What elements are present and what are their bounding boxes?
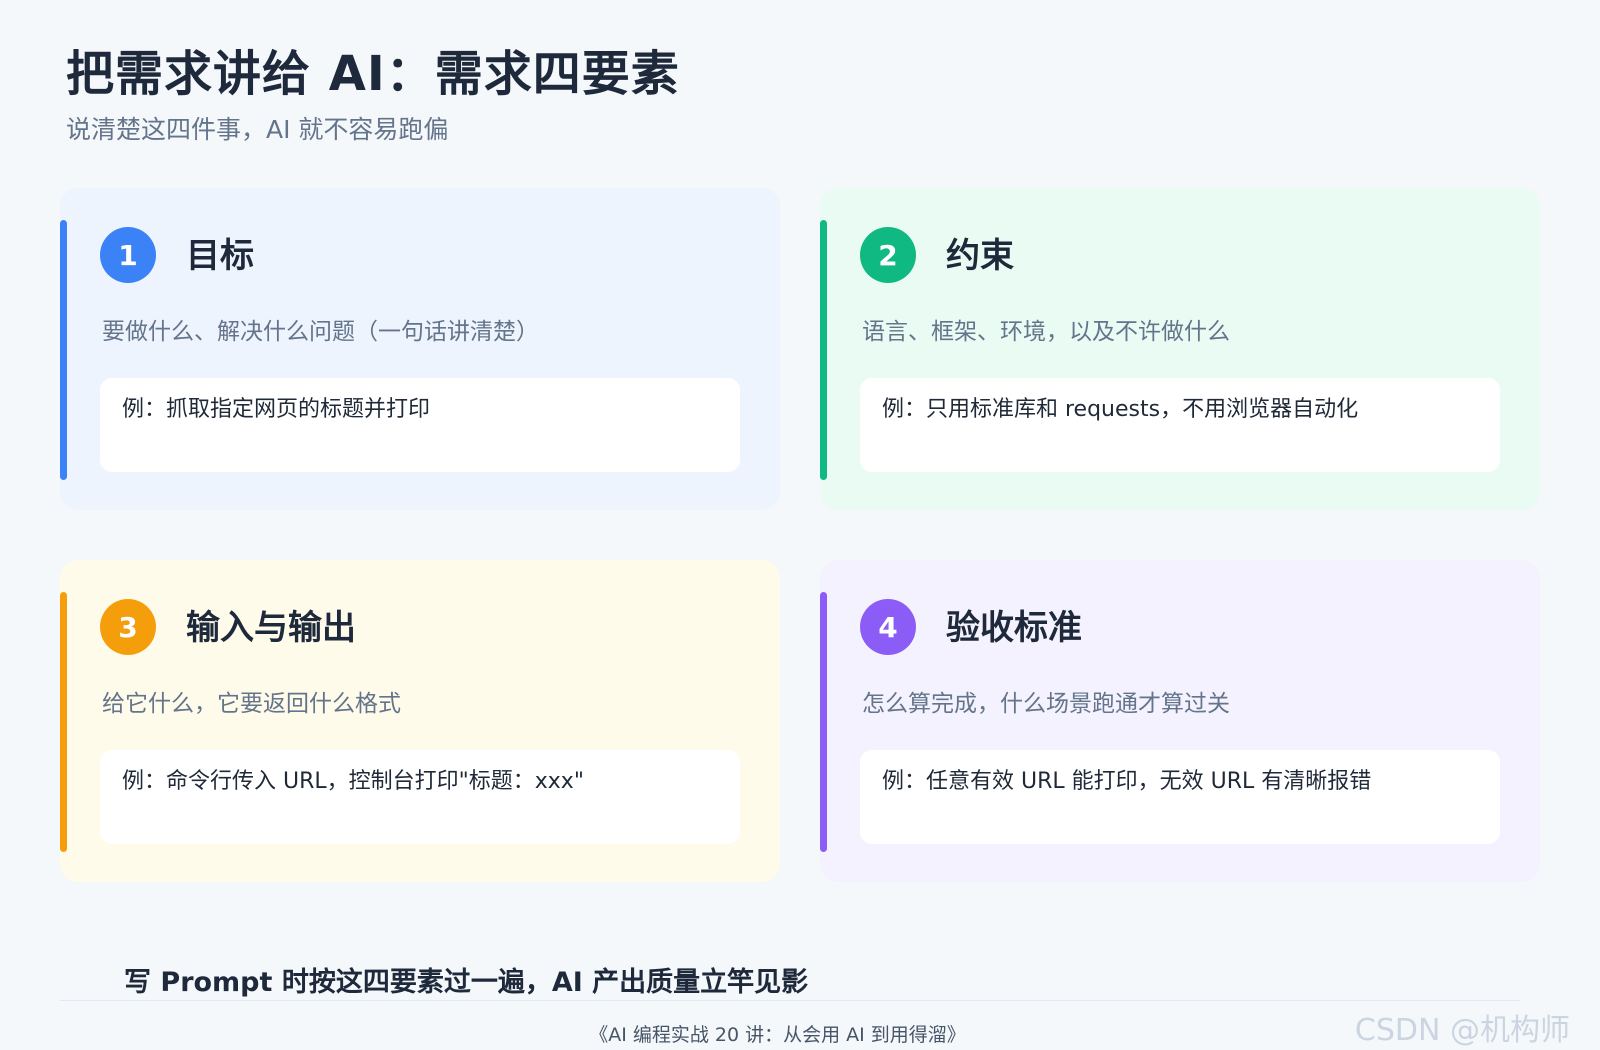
example-box: 例：抓取指定网页的标题并打印: [100, 378, 740, 472]
card-description: 要做什么、解决什么问题（一句话讲清楚）: [102, 319, 539, 345]
card-acceptance: 4 验收标准 怎么算完成，什么场景跑通才算过关 例：任意有效 URL 能打印，无…: [820, 560, 1540, 882]
card-goal: 1 目标 要做什么、解决什么问题（一句话讲清楚） 例：抓取指定网页的标题并打印: [60, 188, 780, 510]
number-badge: 4: [860, 599, 916, 655]
number-badge: 1: [100, 227, 156, 283]
page-subtitle: 说清楚这四件事，AI 就不容易跑偏: [66, 114, 449, 144]
card-description: 语言、框架、环境，以及不许做什么: [862, 319, 1230, 345]
page-title: 把需求讲给 AI：需求四要素: [66, 46, 680, 102]
card-title: 约束: [946, 236, 1014, 276]
example-box: 例：任意有效 URL 能打印，无效 URL 有清晰报错: [860, 750, 1500, 844]
card-title: 目标: [186, 236, 254, 276]
card-accent-bar: [60, 220, 67, 480]
card-title: 输入与输出: [186, 608, 356, 648]
watermark: CSDN @机构师: [1354, 1013, 1570, 1048]
card-input-output: 3 输入与输出 给它什么，它要返回什么格式 例：命令行传入 URL，控制台打印"…: [60, 560, 780, 882]
example-box: 例：只用标准库和 requests，不用浏览器自动化: [860, 378, 1500, 472]
series-caption: 《AI 编程实战 20 讲：从会用 AI 到用得溜》: [589, 1024, 966, 1046]
card-constraints: 2 约束 语言、框架、环境，以及不许做什么 例：只用标准库和 requests，…: [820, 188, 1540, 510]
card-description: 怎么算完成，什么场景跑通才算过关: [862, 691, 1230, 717]
card-description: 给它什么，它要返回什么格式: [102, 691, 401, 717]
header: 把需求讲给 AI：需求四要素 说清楚这四件事，AI 就不容易跑偏: [66, 46, 1466, 146]
divider: [60, 1000, 1520, 1001]
card-title: 验收标准: [946, 608, 1082, 648]
card-accent-bar: [820, 220, 827, 480]
footer-note: 写 Prompt 时按这四要素过一遍，AI 产出质量立竿见影: [124, 967, 809, 998]
number-badge: 3: [100, 599, 156, 655]
card-accent-bar: [820, 592, 827, 852]
example-box: 例：命令行传入 URL，控制台打印"标题：xxx": [100, 750, 740, 844]
number-badge: 2: [860, 227, 916, 283]
card-accent-bar: [60, 592, 67, 852]
